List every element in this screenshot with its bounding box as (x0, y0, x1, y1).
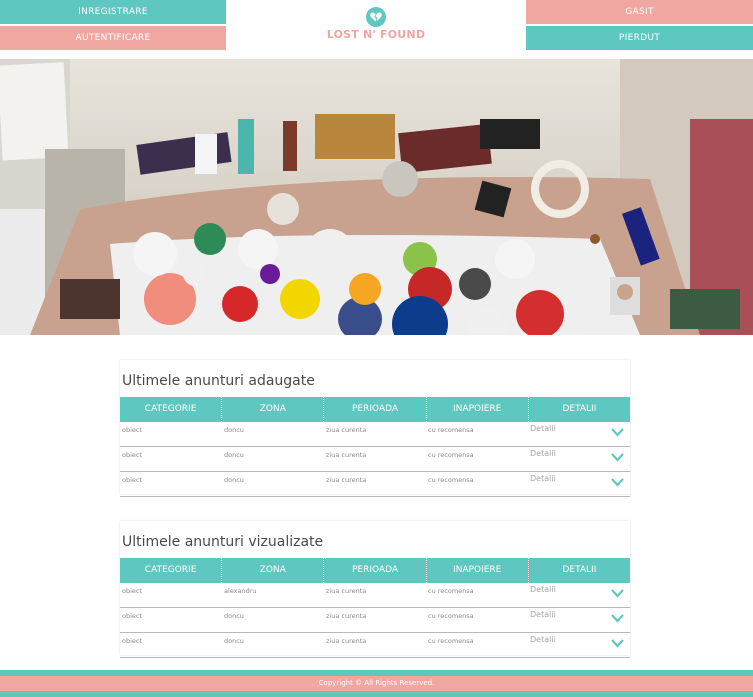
logo[interactable]: LOST N' FOUND (226, 0, 526, 50)
header-perioada[interactable]: PERIOADA (324, 397, 427, 422)
table-row[interactable]: obiect doncu ziua curenta cu recomensa D… (120, 608, 630, 633)
found-button[interactable]: GASIT (526, 0, 753, 24)
top-nav: INREGISTRARE AUTENTIFICARE LOST N' FOUND… (0, 0, 753, 52)
chevron-down-icon[interactable] (611, 638, 624, 648)
cell-zona: doncu (224, 612, 244, 620)
header-zona[interactable]: ZONA (222, 397, 325, 422)
table-row[interactable]: obiect doncu ziua curenta cu recomensa D… (120, 472, 630, 497)
chevron-down-icon[interactable] (611, 588, 624, 598)
chevron-down-icon[interactable] (611, 427, 624, 437)
cell-zona: doncu (224, 451, 244, 459)
cell-categorie: obiect (122, 476, 143, 484)
collection-of-items-photo (0, 59, 753, 335)
cell-categorie: obiect (122, 637, 143, 645)
lost-button[interactable]: PIERDUT (526, 26, 753, 50)
header-inapoiere[interactable]: INAPOIERE (427, 558, 529, 583)
recent-added-panel: Ultimele anunturi adaugate CATEGORIE ZON… (120, 360, 630, 497)
cell-perioada: ziua curenta (326, 587, 367, 595)
table-row[interactable]: obiect doncu ziua curenta cu recomensa D… (120, 447, 630, 472)
cell-categorie: obiect (122, 612, 143, 620)
header-categorie[interactable]: CATEGORIE (120, 397, 223, 422)
header-inapoiere[interactable]: INAPOIERE (427, 397, 529, 422)
hero-image (0, 59, 753, 335)
header-detalii[interactable]: DETALII (529, 397, 630, 422)
cell-categorie: obiect (122, 451, 143, 459)
login-button[interactable]: AUTENTIFICARE (0, 26, 226, 50)
footer-stripe (0, 691, 753, 697)
brand-name: LOST N' FOUND (326, 28, 426, 41)
cell-categorie: obiect (122, 426, 143, 434)
table-row[interactable]: obiect doncu ziua curenta cu recomensa D… (120, 422, 630, 447)
cell-zona: doncu (224, 426, 244, 434)
broken-heart-icon (366, 7, 386, 27)
table-header: CATEGORIE ZONA PERIOADA INAPOIERE DETALI… (120, 558, 630, 583)
recent-added-title: Ultimele anunturi adaugate (122, 373, 315, 389)
chevron-down-icon[interactable] (611, 452, 624, 462)
chevron-down-icon[interactable] (611, 613, 624, 623)
table-row[interactable]: obiect alexandru ziua curenta cu recomen… (120, 583, 630, 608)
header-detalii[interactable]: DETALII (529, 558, 630, 583)
cell-inapoiere: cu recomensa (428, 612, 474, 620)
cell-inapoiere: cu recomensa (428, 451, 474, 459)
cell-inapoiere: cu recomensa (428, 426, 474, 434)
recent-viewed-panel: Ultimele anunturi vizualizate CATEGORIE … (120, 521, 630, 658)
cell-perioada: ziua curenta (326, 612, 367, 620)
copyright-text: Copyright © All Rights Reserved. (0, 676, 753, 691)
cell-perioada: ziua curenta (326, 426, 367, 434)
header-perioada[interactable]: PERIOADA (324, 558, 427, 583)
recent-viewed-title: Ultimele anunturi vizualizate (122, 534, 324, 550)
cell-categorie: obiect (122, 587, 143, 595)
chevron-down-icon[interactable] (611, 477, 624, 487)
header-categorie[interactable]: CATEGORIE (120, 558, 223, 583)
cell-perioada: ziua curenta (326, 476, 367, 484)
header-zona[interactable]: ZONA (222, 558, 325, 583)
table-header: CATEGORIE ZONA PERIOADA INAPOIERE DETALI… (120, 397, 630, 422)
cell-zona: doncu (224, 637, 244, 645)
cell-inapoiere: cu recomensa (428, 637, 474, 645)
cell-inapoiere: cu recomensa (428, 587, 474, 595)
register-button[interactable]: INREGISTRARE (0, 0, 226, 24)
cell-perioada: ziua curenta (326, 451, 367, 459)
footer: Copyright © All Rights Reserved. (0, 670, 753, 697)
cell-zona: doncu (224, 476, 244, 484)
table-row[interactable]: obiect doncu ziua curenta cu recomensa D… (120, 633, 630, 658)
cell-zona: alexandru (224, 587, 257, 595)
cell-inapoiere: cu recomensa (428, 476, 474, 484)
cell-perioada: ziua curenta (326, 637, 367, 645)
